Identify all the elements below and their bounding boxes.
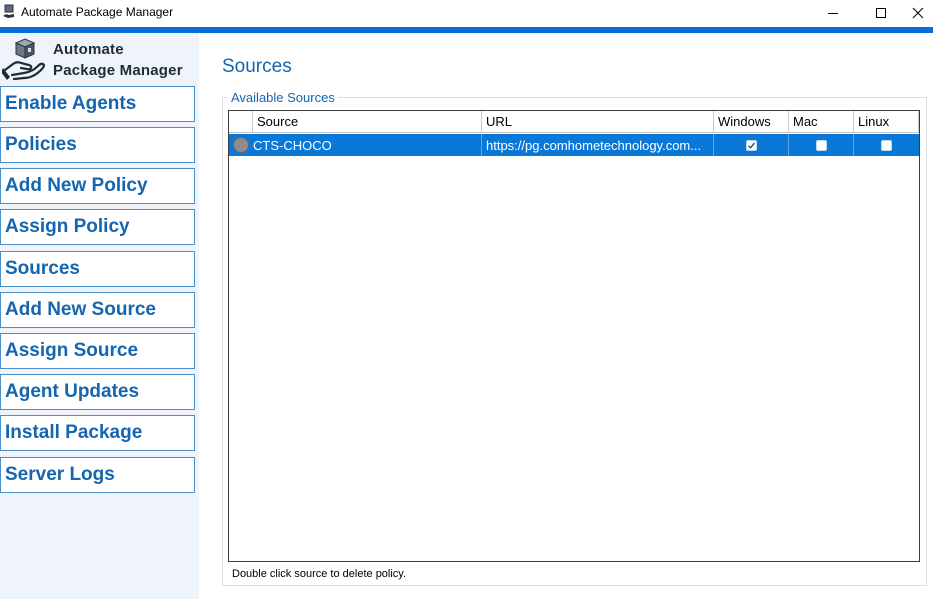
- column-header-url[interactable]: URL: [482, 111, 714, 133]
- minimize-icon: [828, 12, 838, 14]
- cell-windows: [714, 134, 789, 156]
- cell-mac: [789, 134, 854, 156]
- title-bar: Automate Package Manager: [0, 0, 933, 27]
- app-icon: [3, 4, 14, 18]
- sidebar-item-enable-agents[interactable]: Enable Agents: [0, 86, 195, 122]
- sidebar-item-policies[interactable]: Policies: [0, 127, 195, 163]
- sidebar-item-assign-source[interactable]: Assign Source: [0, 333, 195, 369]
- cell-url: https://pg.comhometechnology.com...: [482, 134, 714, 156]
- sidebar-item-agent-updates[interactable]: Agent Updates: [0, 374, 195, 410]
- group-label: Available Sources: [228, 90, 338, 105]
- sidebar-item-sources[interactable]: Sources: [0, 251, 195, 287]
- column-header-windows[interactable]: Windows: [714, 111, 789, 133]
- grid-header-selector: [229, 111, 253, 133]
- check-icon: [747, 142, 755, 149]
- maximize-button[interactable]: [858, 0, 904, 25]
- column-header-mac[interactable]: Mac: [789, 111, 854, 133]
- brand-title-line1: Automate: [53, 41, 124, 58]
- sidebar-item-assign-policy[interactable]: Assign Policy: [0, 209, 195, 245]
- status-text: Double click source to delete policy.: [232, 568, 407, 580]
- column-header-source[interactable]: Source: [253, 111, 482, 133]
- windows-checkbox[interactable]: [745, 139, 757, 151]
- maximize-icon: [876, 7, 886, 18]
- sidebar: Automate Package Manager Enable Agents P…: [0, 33, 199, 599]
- package-hand-logo-icon: [2, 38, 46, 81]
- mac-checkbox[interactable]: [815, 139, 827, 151]
- sidebar-item-install-package[interactable]: Install Package: [0, 415, 195, 451]
- column-header-linux[interactable]: Linux: [854, 111, 919, 133]
- table-row[interactable]: CTS-CHOCO https://pg.comhometechnology.c…: [229, 134, 919, 156]
- window-title: Automate Package Manager: [21, 5, 174, 19]
- cell-linux: [854, 134, 919, 156]
- sidebar-item-server-logs[interactable]: Server Logs: [0, 457, 195, 493]
- row-selector-icon[interactable]: [233, 137, 249, 153]
- sources-grid[interactable]: Source URL Windows Mac Linux CTS-CHOCO h…: [228, 110, 920, 562]
- close-icon: [912, 7, 924, 18]
- linux-checkbox[interactable]: [881, 139, 892, 151]
- sidebar-item-add-new-source[interactable]: Add New Source: [0, 292, 195, 328]
- cell-source: CTS-CHOCO: [249, 134, 482, 156]
- brand-title-line2: Package Manager: [53, 62, 183, 79]
- minimize-button[interactable]: [810, 0, 856, 25]
- sidebar-item-add-new-policy[interactable]: Add New Policy: [0, 168, 195, 204]
- close-button[interactable]: [903, 0, 933, 25]
- page-title: Sources: [222, 56, 292, 77]
